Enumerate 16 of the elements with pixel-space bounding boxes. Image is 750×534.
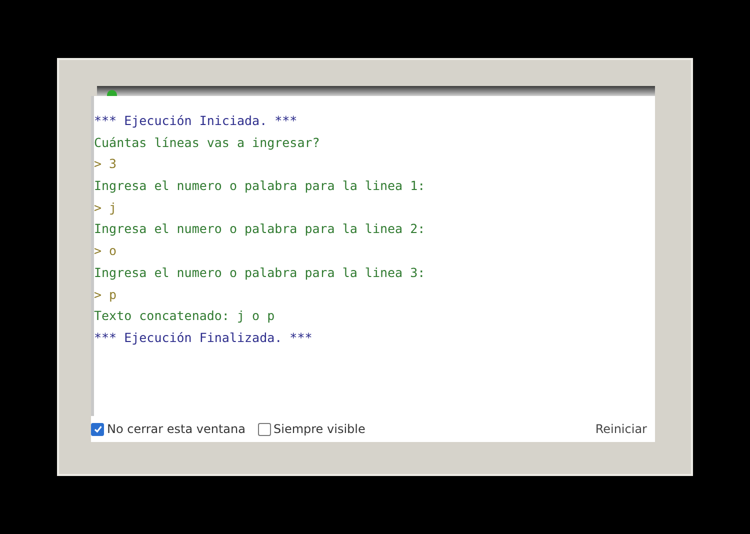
console-line: Texto concatenado: j o p xyxy=(94,307,276,326)
checkbox-icon xyxy=(258,422,270,436)
console-line: > 3 xyxy=(94,155,118,174)
console-line: Ingresa el numero o palabra para la linea 3: xyxy=(94,264,426,282)
console-line: > j xyxy=(94,198,118,217)
console-line: Cuántas líneas vas a ingresar? xyxy=(94,134,321,152)
option-checkbox[interactable]: Siempre visible xyxy=(258,422,366,436)
console-line: Ingresa el numero o palabra para la linea 2: xyxy=(94,220,426,238)
console-line: *** Ejecución Finalizada. *** xyxy=(94,328,314,347)
console-line: Ingresa el numero o palabra para la linea 1: xyxy=(94,177,426,196)
console-line: *** Ejecución Iniciada. *** xyxy=(94,112,298,130)
restart-button[interactable]: Reiniciar xyxy=(587,422,655,436)
console-line: > p xyxy=(94,286,118,304)
app-icon xyxy=(107,90,117,96)
option-checkbox[interactable]: No cerrar esta ventana xyxy=(91,422,246,436)
console-line: > o xyxy=(94,242,118,260)
